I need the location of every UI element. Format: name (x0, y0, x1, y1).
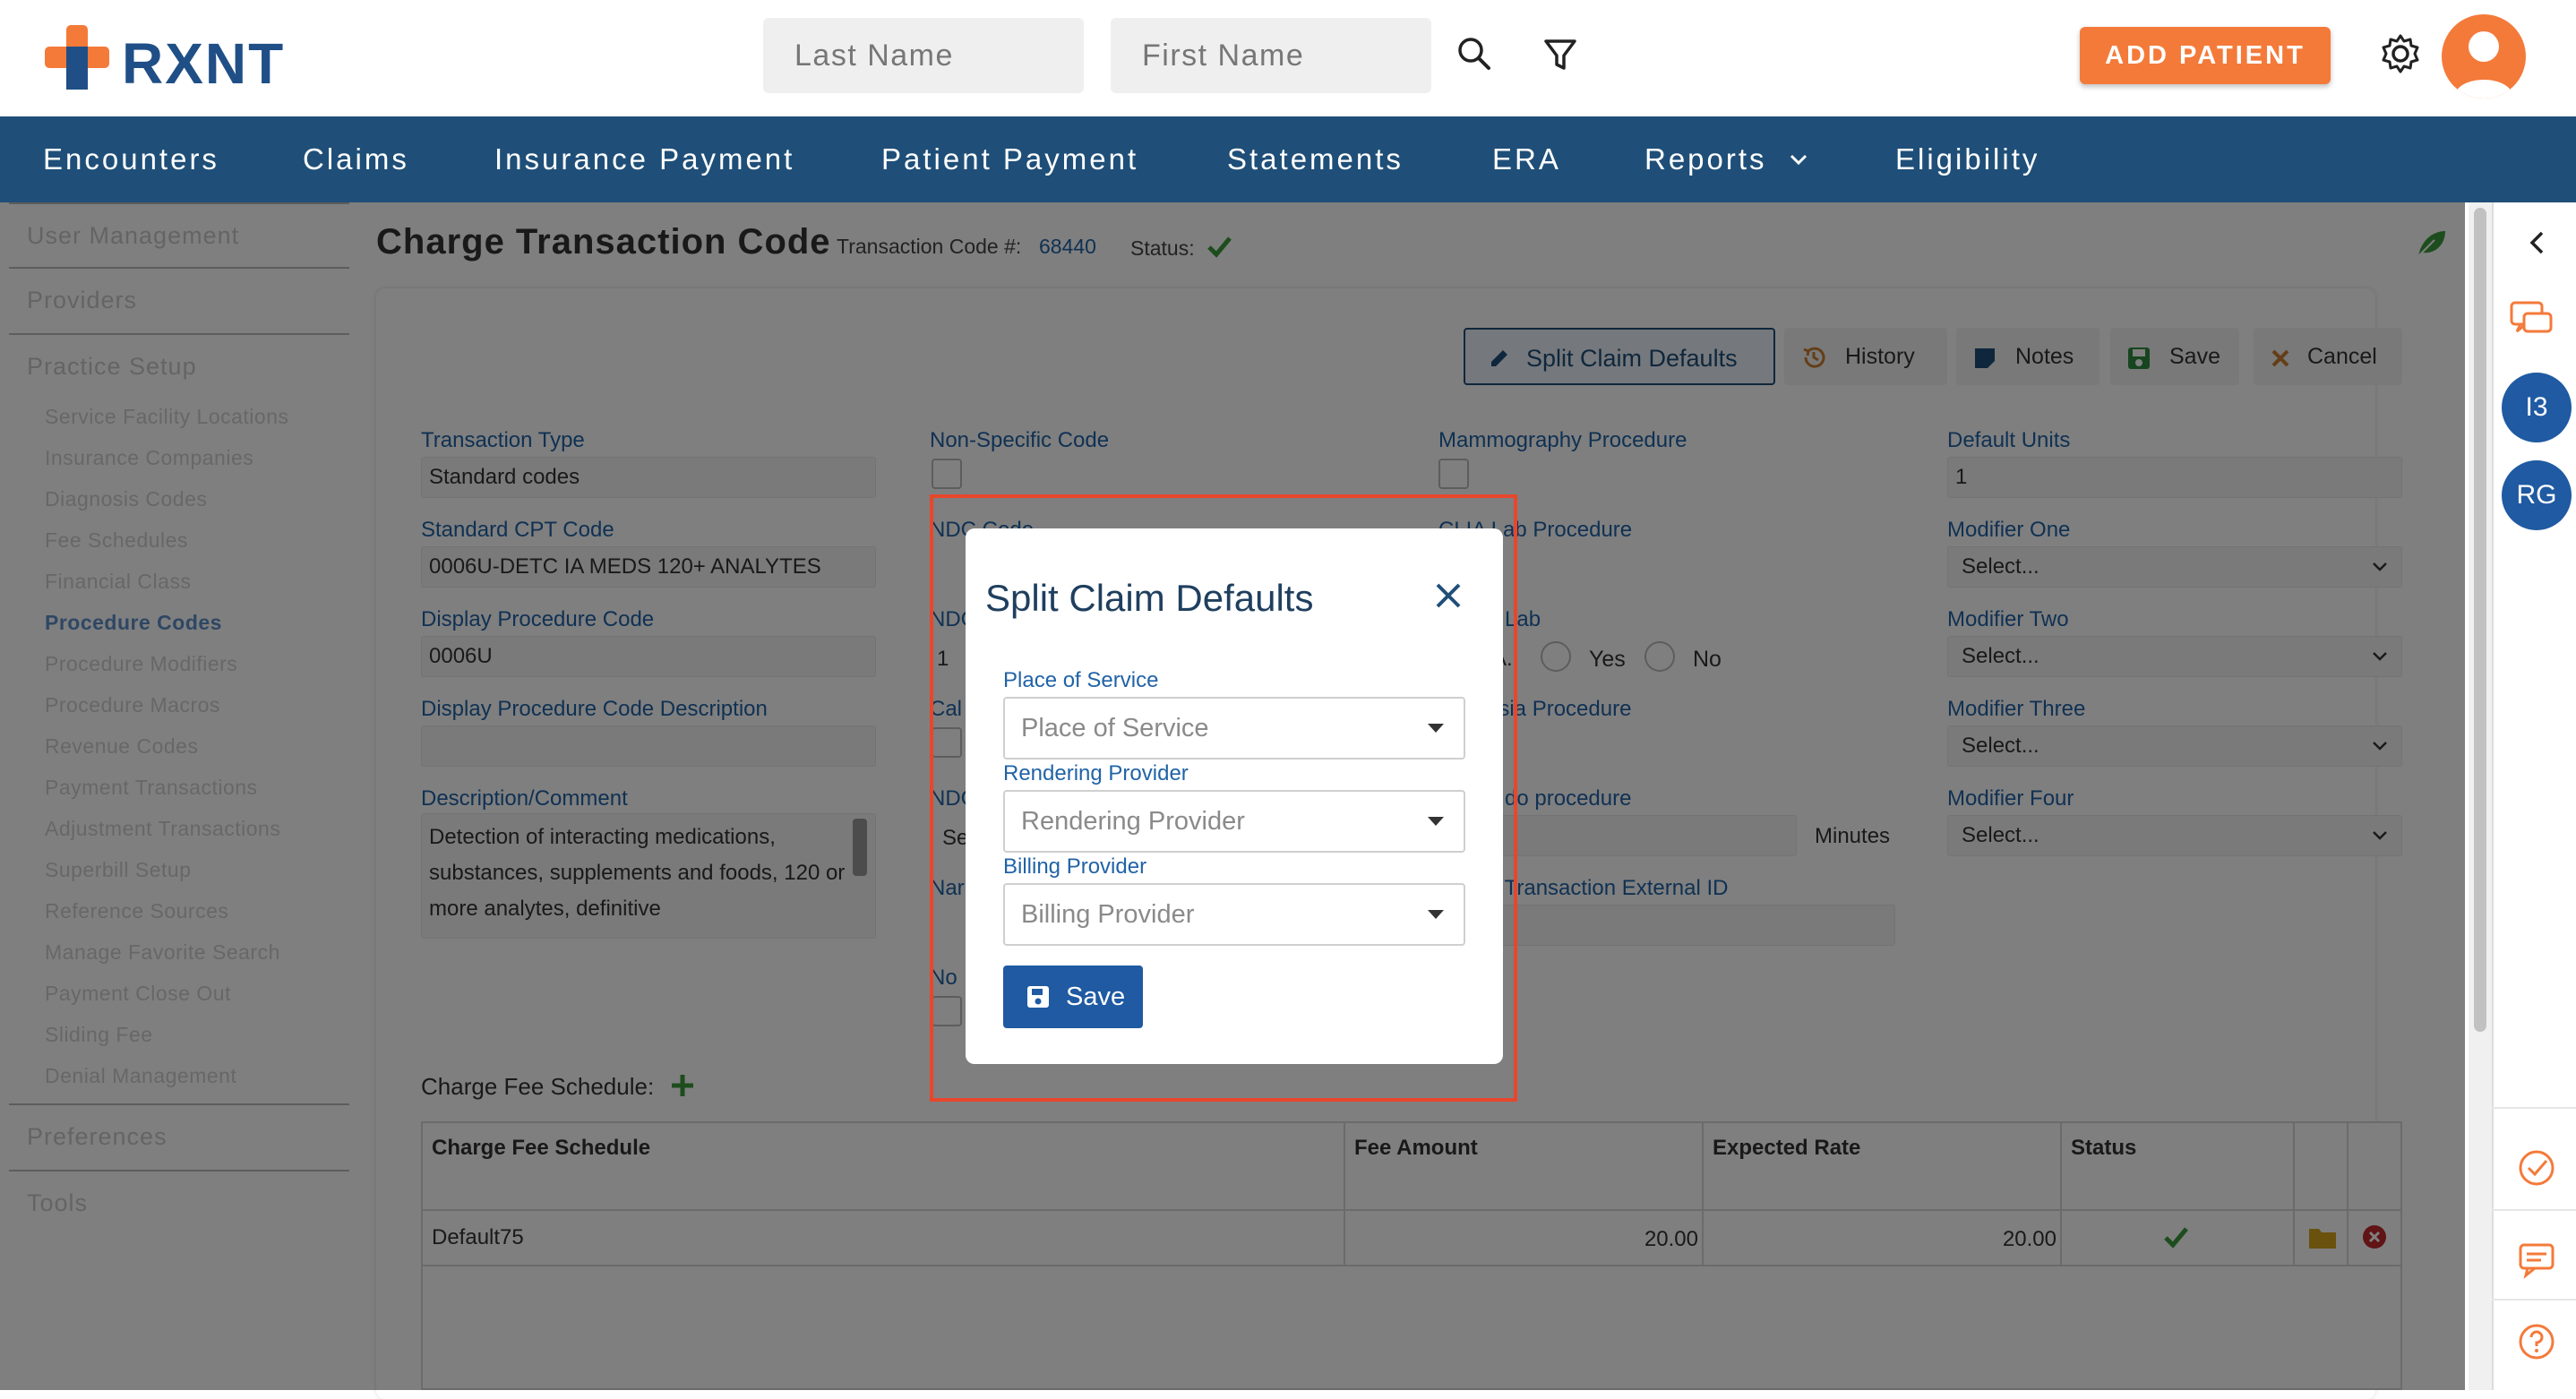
modal-save-button[interactable]: Save (1003, 966, 1143, 1028)
add-patient-button[interactable]: ADD PATIENT (2080, 27, 2331, 84)
settings-gear-icon[interactable] (2375, 29, 2426, 79)
place-of-service-select[interactable]: Place of Service (1003, 697, 1465, 760)
rxnt-logo[interactable]: RXNT (45, 25, 305, 96)
nav-reports[interactable]: Reports (1644, 116, 1767, 202)
logo-cross-icon (45, 25, 109, 90)
modal-save-label: Save (1066, 983, 1126, 1011)
help-question-icon[interactable] (2517, 1322, 2556, 1361)
caret-down-icon (1428, 817, 1444, 826)
nav-eligibility[interactable]: Eligibility (1895, 116, 2039, 202)
billing-placeholder: Billing Provider (1021, 900, 1195, 929)
nav-era[interactable]: ERA (1492, 116, 1561, 202)
collapse-chevron-left-icon[interactable] (2526, 229, 2549, 256)
badge-rg[interactable]: RG (2502, 460, 2572, 530)
logo-text: RXNT (122, 31, 286, 96)
modal-title: Split Claim Defaults (985, 577, 1314, 619)
nav-insurance-payment[interactable]: Insurance Payment (494, 116, 794, 202)
billing-provider-select[interactable]: Billing Provider (1003, 883, 1465, 946)
user-avatar[interactable] (2442, 14, 2526, 99)
nav-claims[interactable]: Claims (303, 116, 409, 202)
main-nav: Encounters Claims Insurance Payment Pati… (0, 116, 2576, 202)
app-header: RXNT Last Name First Name ADD PATIENT (0, 0, 2576, 116)
caret-down-icon (1428, 910, 1444, 919)
pos-label: Place of Service (1003, 668, 1159, 692)
main-scrollbar-thumb[interactable] (2474, 208, 2486, 1032)
filter-icon[interactable] (1535, 29, 1585, 79)
user-avatar-icon (2454, 31, 2513, 99)
messages-icon[interactable] (2517, 1240, 2556, 1279)
nav-statements[interactable]: Statements (1227, 116, 1404, 202)
rendering-provider-label: Rendering Provider (1003, 761, 1189, 785)
pos-placeholder: Place of Service (1021, 714, 1209, 742)
modal-close-icon[interactable] (1433, 580, 1464, 611)
nav-patient-payment[interactable]: Patient Payment (881, 116, 1138, 202)
nav-encounters[interactable]: Encounters (43, 116, 219, 202)
tasks-check-icon[interactable] (2517, 1148, 2556, 1188)
billing-provider-label: Billing Provider (1003, 854, 1147, 879)
last-name-input[interactable]: Last Name (763, 18, 1084, 93)
split-claim-defaults-modal: Split Claim Defaults Place of Service Pl… (966, 528, 1503, 1064)
rendering-placeholder: Rendering Provider (1021, 807, 1245, 836)
first-name-input[interactable]: First Name (1111, 18, 1431, 93)
badge-i3[interactable]: I3 (2502, 373, 2572, 442)
caret-down-icon (1428, 724, 1444, 733)
chat-bubbles-icon[interactable] (2508, 297, 2555, 344)
save-floppy-icon (1027, 986, 1049, 1008)
rendering-provider-select[interactable]: Rendering Provider (1003, 790, 1465, 853)
search-icon[interactable] (1449, 29, 1499, 79)
reports-chevron-down-icon[interactable] (1788, 149, 1809, 170)
